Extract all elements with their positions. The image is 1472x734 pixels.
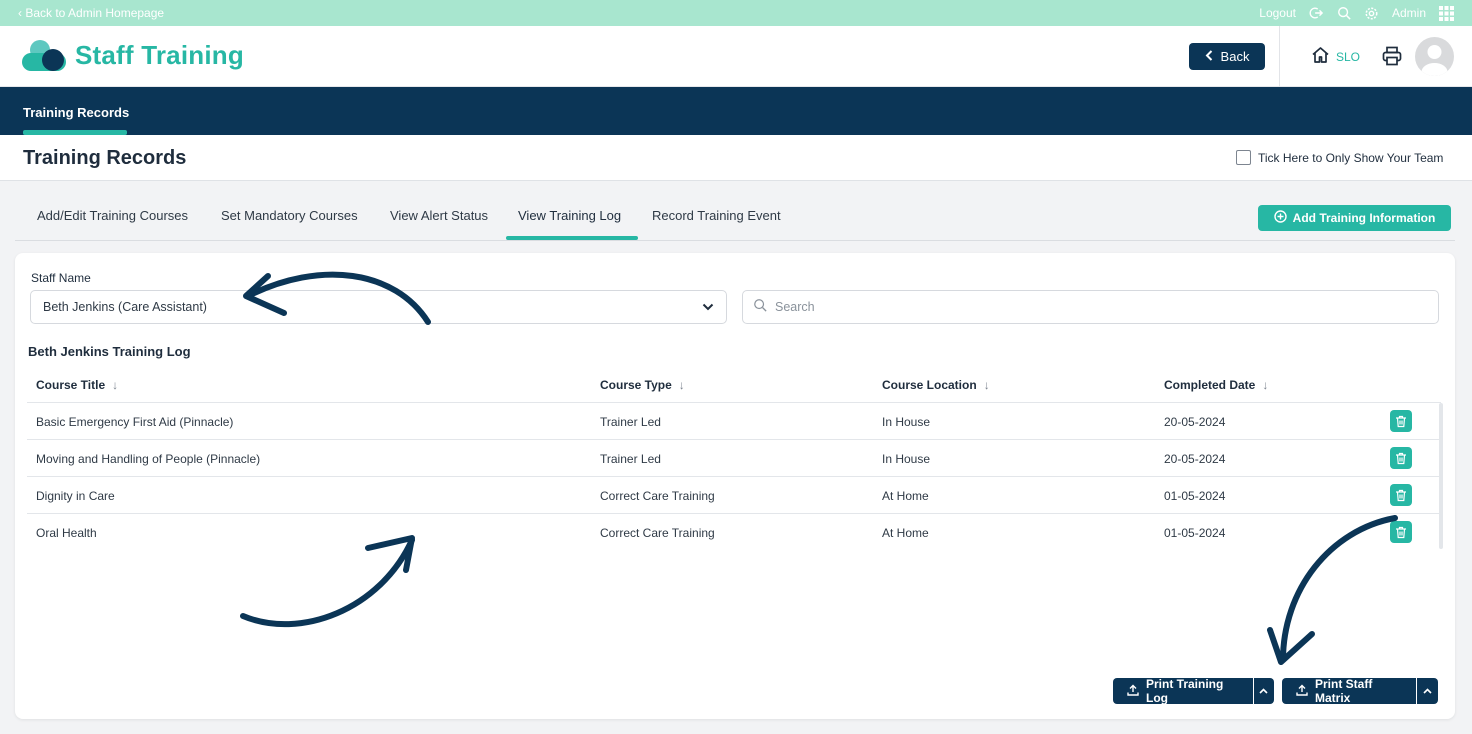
add-button-label: Add Training Information: [1292, 211, 1436, 225]
top-bar-actions: Logout Admin: [1259, 5, 1454, 21]
staff-name-value: Beth Jenkins (Care Assistant): [43, 300, 207, 314]
course-type-cell: Correct Care Training: [600, 489, 715, 503]
upload-icon: [1296, 684, 1308, 699]
back-button[interactable]: Back: [1189, 43, 1265, 70]
tab-record-training-event[interactable]: Record Training Event: [652, 208, 781, 223]
gear-icon[interactable]: [1364, 5, 1380, 21]
home-label: SLO: [1336, 49, 1361, 64]
table-row: Moving and Handling of People (Pinnacle)…: [27, 439, 1441, 476]
table-row: Basic Emergency First Aid (Pinnacle) Tra…: [27, 402, 1441, 439]
table-scrollbar[interactable]: [1439, 403, 1443, 549]
page-title: Training Records: [23, 147, 187, 169]
logout-icon[interactable]: [1308, 5, 1324, 21]
training-log-title: Beth Jenkins Training Log: [28, 344, 191, 359]
team-filter-label: Tick Here to Only Show Your Team: [1258, 150, 1444, 165]
checkbox-box[interactable]: [1236, 150, 1251, 165]
course-title-cell: Oral Health: [36, 526, 97, 540]
subtab-active-indicator: [506, 236, 638, 240]
course-location-cell: In House: [882, 452, 931, 466]
training-log-table: Basic Emergency First Aid (Pinnacle) Tra…: [27, 402, 1441, 550]
completed-date-cell: 20-05-2024: [1164, 452, 1226, 466]
top-bar: ‹ Back to Admin Homepage Logout Admin: [0, 0, 1472, 26]
tab-view-training-log[interactable]: View Training Log: [518, 208, 621, 223]
course-title-cell: Moving and Handling of People (Pinnacle): [36, 452, 261, 466]
back-to-admin-link[interactable]: ‹ Back to Admin Homepage: [18, 6, 164, 20]
print-training-log-main[interactable]: Print Training Log: [1113, 677, 1254, 705]
tab-add-edit-courses[interactable]: Add/Edit Training Courses: [37, 208, 188, 223]
trash-icon[interactable]: [1390, 484, 1412, 506]
sort-arrow-icon: ↓: [983, 378, 990, 392]
print-staff-matrix-button[interactable]: Print Staff Matrix: [1282, 677, 1438, 705]
column-label: Course Type: [600, 378, 672, 392]
column-header-course-type[interactable]: Course Type ↓: [600, 378, 685, 392]
printer-icon[interactable]: [1381, 45, 1403, 67]
sort-arrow-icon: ↓: [112, 378, 119, 392]
upload-icon: [1127, 684, 1139, 699]
course-title-cell: Dignity in Care: [36, 489, 115, 503]
column-header-course-title[interactable]: Course Title ↓: [36, 378, 118, 392]
tab-set-mandatory-courses[interactable]: Set Mandatory Courses: [221, 208, 358, 223]
completed-date-cell: 01-05-2024: [1164, 489, 1226, 503]
course-type-cell: Trainer Led: [600, 415, 661, 429]
print-training-log-label: Print Training Log: [1146, 677, 1224, 705]
completed-date-cell: 01-05-2024: [1164, 526, 1226, 540]
column-label: Course Title: [36, 378, 106, 392]
chevron-up-icon[interactable]: [1417, 678, 1438, 704]
home-link[interactable]: SLO: [1311, 46, 1360, 67]
search-icon[interactable]: [1336, 5, 1352, 21]
nav-tab-training-records[interactable]: Training Records: [23, 105, 129, 120]
sort-arrow-icon: ↓: [678, 378, 685, 392]
main-nav: Training Records: [0, 87, 1472, 135]
table-row: Oral Health Correct Care Training At Hom…: [27, 513, 1441, 550]
app-logo: [22, 38, 68, 74]
add-training-information-button[interactable]: Add Training Information: [1258, 205, 1451, 231]
back-button-label: Back: [1220, 49, 1250, 64]
course-location-cell: At Home: [882, 489, 929, 503]
search-field[interactable]: [742, 290, 1439, 324]
app-title: Staff Training: [75, 40, 244, 70]
course-title-cell: Basic Emergency First Aid (Pinnacle): [36, 415, 234, 429]
sub-tabs: Add/Edit Training Courses Set Mandatory …: [15, 193, 1455, 241]
column-label: Completed Date: [1164, 378, 1256, 392]
trash-icon[interactable]: [1390, 447, 1412, 469]
staff-name-select[interactable]: Beth Jenkins (Care Assistant): [30, 290, 727, 324]
chevron-down-icon: [702, 300, 714, 314]
table-row: Dignity in Care Correct Care Training At…: [27, 476, 1441, 513]
column-header-course-location[interactable]: Course Location ↓: [882, 378, 990, 392]
trash-icon[interactable]: [1390, 521, 1412, 543]
trash-icon[interactable]: [1390, 410, 1412, 432]
admin-user-label[interactable]: Admin: [1392, 6, 1426, 20]
sort-arrow-icon: ↓: [1262, 378, 1269, 392]
course-type-cell: Correct Care Training: [600, 526, 715, 540]
team-filter-checkbox[interactable]: Tick Here to Only Show Your Team: [1236, 150, 1443, 165]
course-type-cell: Trainer Led: [600, 452, 661, 466]
plus-circle-icon: [1273, 210, 1287, 226]
chevron-left-icon: [1205, 49, 1213, 64]
avatar[interactable]: [1415, 37, 1454, 76]
chevron-up-icon[interactable]: [1254, 678, 1274, 704]
column-header-completed-date[interactable]: Completed Date ↓: [1164, 378, 1268, 392]
training-log-card: Staff Name Beth Jenkins (Care Assistant)…: [15, 253, 1455, 719]
print-staff-matrix-main[interactable]: Print Staff Matrix: [1282, 677, 1418, 705]
logout-link[interactable]: Logout: [1259, 6, 1296, 20]
page-title-row: Training Records Tick Here to Only Show …: [0, 135, 1472, 181]
search-icon: [753, 298, 767, 317]
completed-date-cell: 20-05-2024: [1164, 415, 1226, 429]
print-training-log-button[interactable]: Print Training Log: [1113, 677, 1274, 705]
print-staff-matrix-label: Print Staff Matrix: [1315, 677, 1373, 705]
staff-name-label: Staff Name: [31, 271, 91, 285]
header-divider: [1279, 26, 1280, 87]
search-input[interactable]: [775, 300, 1415, 314]
course-location-cell: At Home: [882, 526, 929, 540]
course-location-cell: In House: [882, 415, 931, 429]
home-icon: [1311, 46, 1330, 67]
column-label: Course Location: [882, 378, 977, 392]
grid-icon[interactable]: [1438, 5, 1454, 21]
tab-view-alert-status[interactable]: View Alert Status: [390, 208, 488, 223]
app-header: Staff Training Back SLO: [0, 26, 1472, 87]
